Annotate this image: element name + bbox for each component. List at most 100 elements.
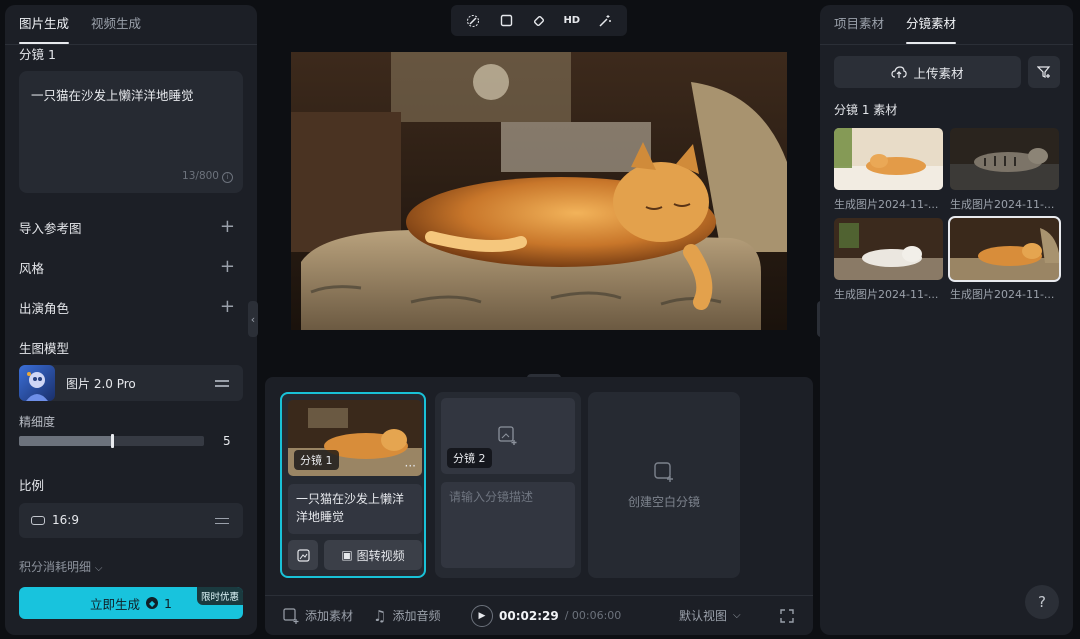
detail-slider[interactable] <box>19 434 204 448</box>
prompt-textarea[interactable]: 一只猫在沙发上懒洋洋地睡觉 13/800 i <box>19 71 243 193</box>
shot-1-description[interactable]: 一只猫在沙发上懒洋洋地睡觉 <box>288 484 422 534</box>
ratio-settings-icon[interactable] <box>215 516 229 526</box>
model-title: 生图模型 <box>19 341 70 356</box>
left-panel: 图片生成 视频生成 分镜 1 一只猫在沙发上懒洋洋地睡觉 13/800 i 导入参… <box>5 5 257 635</box>
reference-label: 导入参考图 <box>19 221 82 236</box>
chevron-down-icon: ⌵ <box>94 563 103 574</box>
model-settings-icon[interactable] <box>215 378 229 388</box>
tab-video-generation[interactable]: 视频生成 <box>91 5 141 44</box>
view-label: 默认视图 <box>679 609 728 623</box>
cast-label: 出演角色 <box>19 301 70 316</box>
detail-value: 5 <box>223 434 231 448</box>
cloud-upload-icon <box>891 65 908 78</box>
upload-button[interactable]: 上传素材 <box>834 56 1021 88</box>
asset-item[interactable]: 生成图片2024-11-... <box>950 128 1059 212</box>
total-time: / 00:06:00 <box>564 609 622 622</box>
asset-thumbnail[interactable] <box>950 128 1059 190</box>
main-preview-image[interactable] <box>291 52 787 330</box>
add-blank-shot-icon <box>654 461 673 482</box>
upload-label: 上传素材 <box>913 65 964 81</box>
add-image-icon <box>498 426 517 445</box>
add-cast-icon[interactable]: + <box>220 298 235 316</box>
hd-upscale-button[interactable]: HD <box>561 10 583 32</box>
create-blank-shot-button[interactable]: 创建空白分镜 <box>588 392 740 578</box>
model-selector[interactable]: 图片 2.0 Pro <box>19 365 243 401</box>
add-style-icon[interactable]: + <box>220 258 235 276</box>
replace-image-icon[interactable] <box>288 540 318 570</box>
right-tabs: 项目素材 分镜素材 <box>820 5 1073 45</box>
asset-caption: 生成图片2024-11-... <box>950 288 1055 301</box>
credits-detail-label: 积分消耗明细 <box>19 560 92 574</box>
help-button[interactable]: ? <box>1025 585 1059 619</box>
asset-item[interactable]: 生成图片2024-11-... <box>834 218 943 302</box>
create-blank-shot-label: 创建空白分镜 <box>627 494 700 509</box>
add-asset-button[interactable]: 添加素材 <box>283 607 353 624</box>
asset-caption: 生成图片2024-11-... <box>834 198 939 211</box>
right-panel: 项目素材 分镜素材 上传素材 分镜 1 素材 生成图片2024-11-... 生… <box>820 5 1073 635</box>
crop-icon[interactable] <box>495 10 517 32</box>
credits-detail-toggle[interactable]: 积分消耗明细 ⌵ <box>19 558 102 575</box>
promo-badge: 限时优惠 <box>196 587 243 605</box>
video-icon: ▣ <box>341 548 353 562</box>
add-asset-icon <box>283 607 299 624</box>
asset-thumbnail[interactable] <box>834 128 943 190</box>
storyboard-shot-1[interactable]: 分镜 1 ··· 一只猫在沙发上懒洋洋地睡觉 ▣ 图转视频 <box>280 392 426 578</box>
detail-label: 精细度 <box>19 415 56 429</box>
shot-2-thumbnail[interactable]: 分镜 2 <box>441 398 575 474</box>
shot-2-tag: 分镜 2 <box>447 448 492 468</box>
filter-icon[interactable] <box>1028 56 1060 88</box>
shot-1-thumbnail[interactable]: 分镜 1 ··· <box>288 400 422 476</box>
shot-label: 分镜 1 <box>19 47 56 62</box>
view-selector[interactable]: 默认视图 ⌵ <box>679 607 741 624</box>
asset-caption: 生成图片2024-11-... <box>950 198 1055 211</box>
generate-cost: 1 <box>164 595 172 611</box>
counter-value: 13/800 <box>182 170 219 182</box>
slider-thumb[interactable] <box>110 434 114 448</box>
slider-fill <box>19 436 112 446</box>
tab-project-assets[interactable]: 项目素材 <box>834 5 884 44</box>
credit-icon: ◆ <box>146 597 159 609</box>
shot-1-tag: 分镜 1 <box>294 450 339 470</box>
image-to-video-button[interactable]: ▣ 图转视频 <box>324 540 422 570</box>
info-icon[interactable]: i <box>222 172 233 183</box>
magic-wand-icon[interactable] <box>594 10 616 32</box>
image-to-video-label: 图转视频 <box>356 548 405 563</box>
generate-button[interactable]: 立即生成 ◆ 1 限时优惠 <box>19 587 243 619</box>
asset-caption: 生成图片2024-11-... <box>834 288 939 301</box>
asset-item-selected[interactable]: 生成图片2024-11-... <box>948 216 1061 302</box>
storyboard-shot-2[interactable]: 分镜 2 请输入分镜描述 <box>435 392 581 578</box>
ratio-selector[interactable]: 16:9 <box>19 503 243 538</box>
chevron-down-icon: ⌵ <box>733 610 741 621</box>
current-time: 00:02:29 <box>499 608 559 623</box>
more-options-icon[interactable]: ··· <box>405 460 416 472</box>
asset-item[interactable]: 生成图片2024-11-... <box>834 128 943 212</box>
tab-image-generation[interactable]: 图片生成 <box>19 5 70 44</box>
model-avatar <box>19 365 55 401</box>
prompt-text: 一只猫在沙发上懒洋洋地睡觉 <box>31 88 194 103</box>
shot-2-description[interactable]: 请输入分镜描述 <box>441 482 575 568</box>
fullscreen-icon[interactable] <box>780 608 794 623</box>
brush-icon[interactable] <box>462 10 484 32</box>
ratio-icon <box>31 516 45 525</box>
shot-assets-title: 分镜 1 素材 <box>834 103 898 117</box>
asset-thumbnail[interactable] <box>948 216 1061 282</box>
left-tabs: 图片生成 视频生成 <box>5 5 257 45</box>
add-asset-label: 添加素材 <box>305 609 354 623</box>
add-reference-icon[interactable]: + <box>220 218 235 236</box>
add-audio-button[interactable]: ♫ 添加音频 <box>373 607 440 625</box>
style-label: 风格 <box>19 261 45 276</box>
tab-shot-assets[interactable]: 分镜素材 <box>906 5 957 44</box>
add-audio-label: 添加音频 <box>392 609 441 623</box>
ratio-title: 比例 <box>19 478 45 493</box>
char-counter: 13/800 i <box>182 170 233 183</box>
collapse-left-button[interactable]: ‹ <box>248 301 258 337</box>
asset-thumbnail[interactable] <box>834 218 943 280</box>
eraser-icon[interactable] <box>528 10 550 32</box>
play-button[interactable]: ▶ <box>471 604 493 627</box>
model-name: 图片 2.0 Pro <box>66 377 136 391</box>
playback-group: ▶ 00:02:29 / 00:06:00 <box>471 604 622 627</box>
storyboard-timeline: 分镜 1 ··· 一只猫在沙发上懒洋洋地睡觉 ▣ 图转视频 分镜 2 请输入分镜描… <box>265 377 813 635</box>
timeline-controls: 添加素材 ♫ 添加音频 ▶ 00:02:29 / 00:06:00 默认视图 ⌵ <box>265 595 813 635</box>
ratio-value: 16:9 <box>52 513 79 527</box>
canvas-toolbar: HD <box>451 5 627 36</box>
